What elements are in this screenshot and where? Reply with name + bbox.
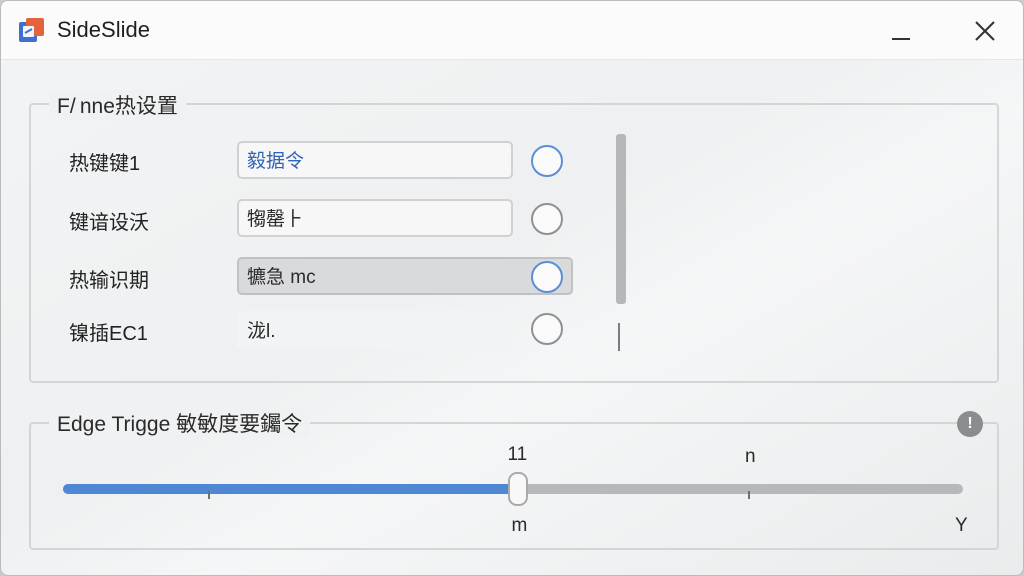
minimize-button[interactable]: [881, 13, 921, 49]
hotkey-radio-1[interactable]: [531, 145, 563, 177]
title-bar: SideSlide: [1, 1, 1023, 60]
hotkey-group-title: F/ nne热设置: [49, 90, 186, 120]
hotkey-radio-4[interactable]: [531, 313, 563, 345]
slider-value-label: 11: [507, 444, 528, 465]
hotkey-input-1[interactable]: 毅据令: [237, 141, 513, 179]
scrollbar-thumb[interactable]: [616, 134, 626, 304]
hotkey-radio-3[interactable]: [531, 261, 563, 293]
slider-min-label: m: [511, 515, 528, 536]
hotkey-input-4[interactable]: 泷l.: [237, 311, 513, 349]
app-window: SideSlide F/ nne热设置 热键键1 毅据令 键谙设沃 犓罄⺊ 热输…: [0, 0, 1024, 576]
scrollbar-marker: [618, 323, 620, 351]
sensitivity-slider-fill: [63, 484, 518, 494]
slider-right-label: n: [745, 446, 756, 467]
hotkey-settings-group: [29, 103, 999, 383]
info-icon[interactable]: !: [957, 411, 983, 437]
close-icon: [975, 21, 995, 41]
slider-tick: [208, 491, 210, 499]
window-title: SideSlide: [57, 17, 150, 42]
hotkey-label-4: 镍插EC1: [69, 323, 148, 345]
hotkey-input-3[interactable]: 犥急 mc: [237, 257, 573, 295]
minimize-icon: [892, 38, 910, 40]
close-button[interactable]: [965, 13, 1005, 49]
hotkey-radio-2[interactable]: [531, 203, 563, 235]
edge-group-title: Edge Trigge 敏敏度要钃令: [49, 408, 311, 438]
sensitivity-slider-thumb[interactable]: [507, 472, 528, 506]
slider-max-label: Y: [955, 515, 968, 536]
hotkey-label-2: 键谙设沃: [69, 212, 149, 234]
slider-tick: [748, 491, 750, 499]
hotkey-input-2[interactable]: 犓罄⺊: [237, 199, 513, 237]
app-logo-icon: [19, 18, 44, 42]
hotkey-label-1: 热键键1: [69, 153, 141, 175]
hotkey-label-3: 热输识期: [69, 270, 149, 292]
